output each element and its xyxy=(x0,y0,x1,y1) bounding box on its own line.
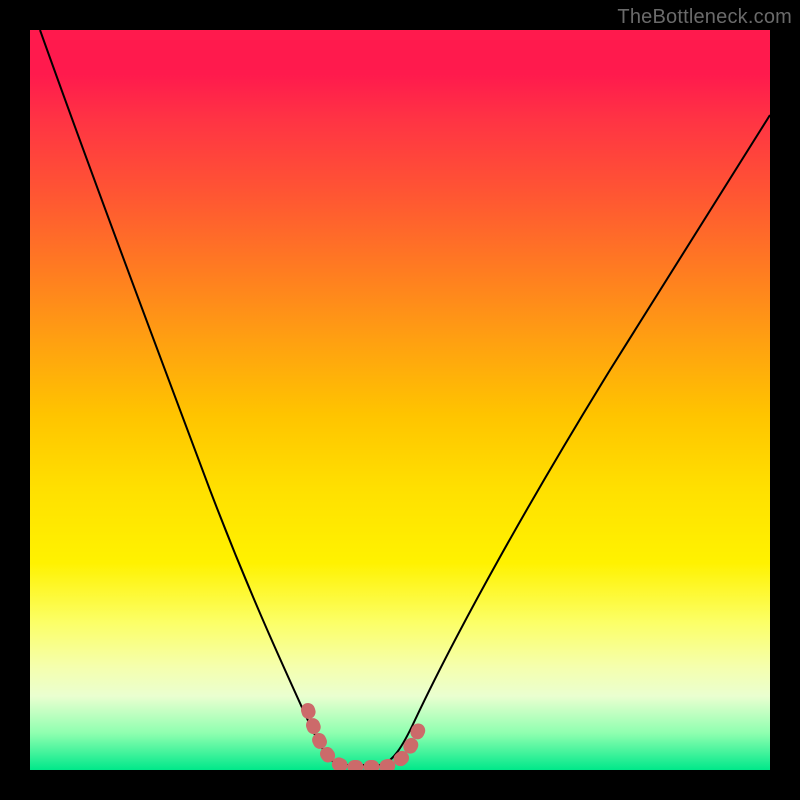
plot-area xyxy=(30,30,770,770)
bottleneck-curve xyxy=(40,30,770,765)
watermark-text: TheBottleneck.com xyxy=(617,6,792,29)
chart-frame: TheBottleneck.com xyxy=(0,0,800,800)
curve-layer xyxy=(30,30,770,770)
